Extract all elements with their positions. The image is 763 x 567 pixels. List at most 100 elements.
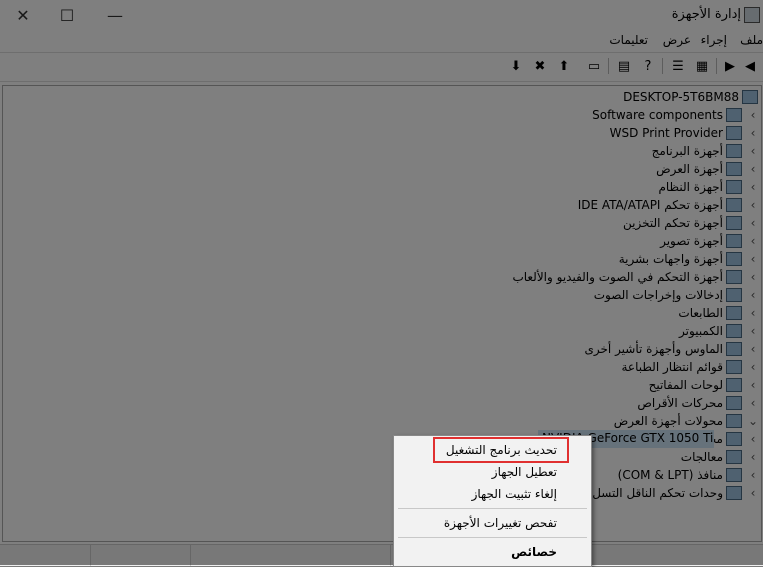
tree-node-label: أجهزة تصوير <box>660 234 723 248</box>
tree-node-label: إدخالات وإخراجات الصوت <box>593 288 723 302</box>
uninstall-icon[interactable]: ✖ <box>531 57 549 75</box>
title-bar: ✕ ☐ — إدارة الأجهزة <box>0 0 763 30</box>
chevron-left-icon[interactable]: ‹ <box>745 198 761 212</box>
tree-node-label: أجهزة العرض <box>656 162 723 176</box>
chevron-left-icon[interactable]: ‹ <box>745 486 761 500</box>
chevron-down-icon[interactable]: ⌄ <box>745 414 761 428</box>
tree-node-label: WSD Print Provider <box>609 126 723 140</box>
chevron-left-icon[interactable]: ‹ <box>745 288 761 302</box>
chevron-left-icon[interactable]: ‹ <box>745 108 761 122</box>
monitor-icon[interactable]: ▭ <box>585 57 603 75</box>
device-category-icon <box>726 468 742 482</box>
device-category-icon <box>726 180 742 194</box>
properties-icon[interactable]: ☰ <box>669 57 687 75</box>
tree-node[interactable]: ‹ محركات الأقراص <box>637 394 761 412</box>
tree-node[interactable]: ‹ أجهزة تصوير <box>660 232 761 250</box>
chevron-left-icon[interactable]: ‹ <box>745 450 761 464</box>
forward-icon[interactable]: ▶ <box>721 57 739 75</box>
device-category-icon <box>726 288 742 302</box>
chevron-left-icon[interactable]: ‹ <box>745 306 761 320</box>
tree-node-label: الكمبيوتر <box>679 324 723 338</box>
device-category-icon <box>726 486 742 500</box>
device-category-icon <box>726 378 742 392</box>
chevron-left-icon[interactable]: ‹ <box>745 234 761 248</box>
tree-node[interactable]: ‹ Software components <box>592 106 761 124</box>
chevron-left-icon[interactable]: ‹ <box>745 468 761 482</box>
action-pane-icon[interactable]: ▤ <box>615 57 633 75</box>
chevron-left-icon[interactable]: ‹ <box>745 216 761 230</box>
minimize-button[interactable]: — <box>92 0 138 30</box>
menu-uninstall-device[interactable]: إلغاء تثبيت الجهاز <box>472 487 557 501</box>
tree-node-label: أجهزة النظام <box>658 180 723 194</box>
menu-file[interactable]: ملف <box>740 33 763 47</box>
back-icon[interactable]: ◀ <box>741 57 759 75</box>
tree-node[interactable]: ‹ الماوس وأجهزة تأشير أخرى <box>584 340 761 358</box>
device-category-icon <box>726 216 742 230</box>
tree-node[interactable]: ‹ قوائم انتظار الطباعة <box>621 358 761 376</box>
show-hide-tree-icon[interactable]: ▦ <box>693 57 711 75</box>
device-category-icon <box>726 234 742 248</box>
tree-node[interactable]: ‹ الكمبيوتر <box>679 322 761 340</box>
tree-node[interactable]: ‹ إدخالات وإخراجات الصوت <box>594 286 761 304</box>
tree-node[interactable]: ‹ أجهزة التحكم في الصوت والفيديو والألعاب <box>512 268 761 286</box>
chevron-left-icon[interactable]: ‹ <box>745 252 761 266</box>
device-category-icon <box>726 126 742 140</box>
menu-update-driver[interactable]: تحديث برنامج التشغيل <box>446 443 557 457</box>
menu-view[interactable]: عرض <box>663 33 691 47</box>
tree-node-label: قوائم انتظار الطباعة <box>621 360 723 374</box>
tree-node[interactable]: ‹ وحدات تحكم الناقل التسل <box>592 484 761 502</box>
help-icon[interactable]: ? <box>639 57 657 75</box>
chevron-left-icon[interactable]: ‹ <box>745 342 761 356</box>
tree-node-label: IDE ATA/ATAPI أجهزة تحكم <box>577 198 723 212</box>
tree-root[interactable]: DESKTOP-5T6BM88 <box>623 88 761 106</box>
device-category-icon <box>726 342 742 356</box>
tree-node[interactable]: ‹ أجهزة النظام <box>658 178 761 196</box>
chevron-left-icon[interactable]: ‹ <box>745 180 761 194</box>
toolbar: ◀ ▶ ▦ ☰ ? ▤ ▭ ⬆ ✖ ⬇ <box>0 52 763 82</box>
tree-node[interactable]: ‹ أجهزة واجهات بشرية <box>619 250 761 268</box>
chevron-left-icon[interactable]: ‹ <box>745 396 761 410</box>
tree-node-label: الطابعات <box>678 306 723 320</box>
menu-scan-hardware[interactable]: تفحص تغييرات الأجهزة <box>444 516 557 530</box>
tree-node[interactable]: ‹ IDE ATA/ATAPI أجهزة تحكم <box>578 196 761 214</box>
chevron-left-icon[interactable]: ‹ <box>745 144 761 158</box>
device-category-icon <box>726 144 742 158</box>
chevron-left-icon[interactable]: ‹ <box>745 324 761 338</box>
update-driver-icon[interactable]: ⬆ <box>555 57 573 75</box>
chevron-left-icon[interactable]: ‹ <box>745 378 761 392</box>
chevron-left-icon[interactable]: ‹ <box>745 360 761 374</box>
tree-node[interactable]: ‹ أجهزة العرض <box>656 160 761 178</box>
tree-node-label: Software components <box>592 108 723 122</box>
tree-node[interactable]: ‹ WSD Print Provider <box>610 124 761 142</box>
device-category-icon <box>726 360 742 374</box>
close-icon: ✕ <box>16 5 30 25</box>
tree-node[interactable]: ‹ الطابعات <box>678 304 761 322</box>
enable-device-icon[interactable]: ⬇ <box>507 57 525 75</box>
tree-node[interactable]: ‹ أجهزة البرنامج <box>652 142 761 160</box>
chevron-left-icon[interactable]: ‹ <box>745 270 761 284</box>
tree-node-label: أجهزة تحكم التخزين <box>623 216 723 230</box>
device-category-icon <box>726 450 742 464</box>
chevron-left-icon[interactable]: ‹ <box>745 162 761 176</box>
tree-node[interactable]: ‹ معالجات <box>681 448 761 466</box>
tree-node-label: محركات الأقراص <box>637 396 723 410</box>
tree-root-label: DESKTOP-5T6BM88 <box>623 90 739 104</box>
computer-icon <box>742 90 758 104</box>
menu-properties[interactable]: خصائص <box>511 545 557 559</box>
chevron-left-icon[interactable]: ‹ <box>745 126 761 140</box>
tree-node-label: منافذ (COM & LPT) <box>617 468 723 482</box>
close-button[interactable]: ✕ <box>0 0 46 30</box>
device-category-icon <box>726 414 742 428</box>
menu-help[interactable]: تعليمات <box>609 33 648 47</box>
tree-node[interactable]: ‹ لوحات المفاتيح <box>649 376 761 394</box>
menu-action[interactable]: إجراء <box>701 33 727 47</box>
maximize-button[interactable]: ☐ <box>44 0 90 30</box>
chevron-left-icon[interactable]: ‹ <box>745 432 761 446</box>
device-category-icon <box>726 396 742 410</box>
device-manager-window: ✕ ☐ — إدارة الأجهزة ملف إجراء عرض تعليما… <box>0 0 763 566</box>
menu-disable-device[interactable]: تعطيل الجهاز <box>492 465 557 479</box>
tree-node[interactable]: ⌄ محولات أجهزة العرض <box>614 412 761 430</box>
device-manager-icon <box>744 7 760 23</box>
tree-node[interactable]: ‹ منافذ (COM & LPT) <box>618 466 761 484</box>
tree-node[interactable]: ‹ أجهزة تحكم التخزين <box>623 214 761 232</box>
